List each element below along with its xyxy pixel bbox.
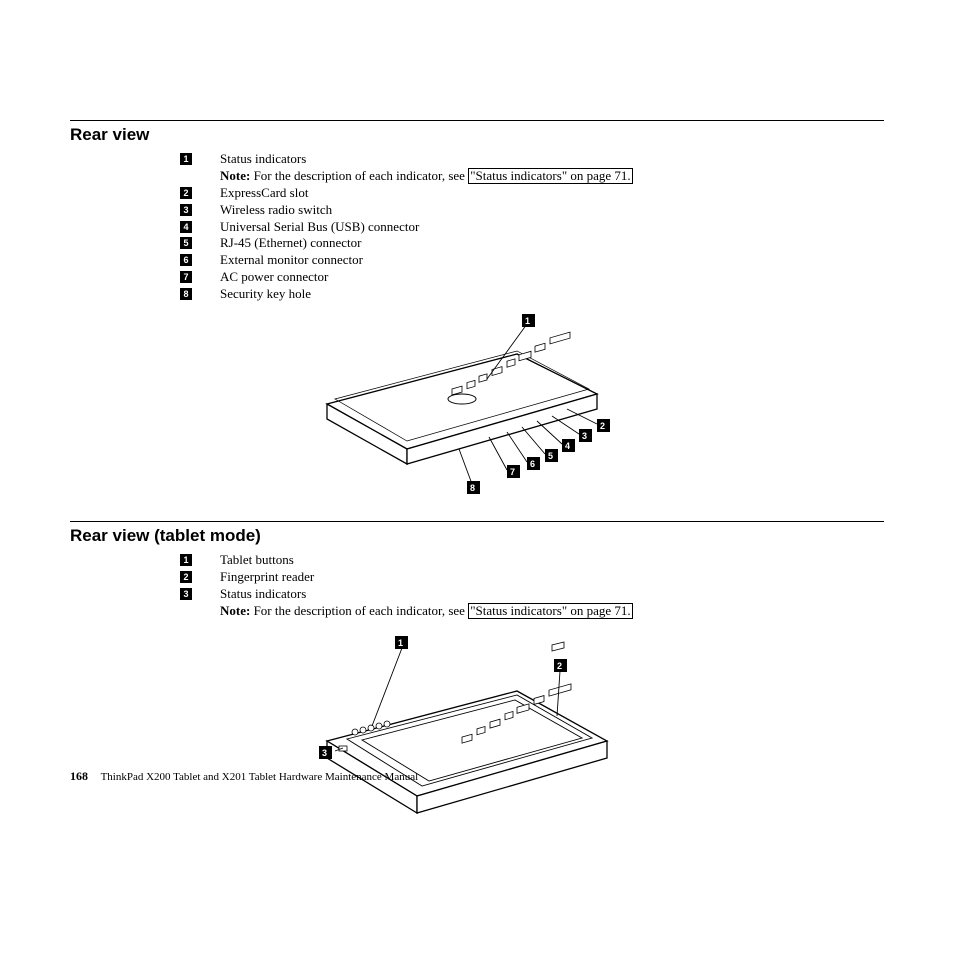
book-title: ThinkPad X200 Tablet and X201 Tablet Har… xyxy=(101,771,419,783)
cross-reference[interactable]: "Status indicators" on page 71. xyxy=(468,603,632,619)
item-text: Security key hole xyxy=(220,286,884,303)
laptop-rear-svg: 1 2 3 4 5 6 7 8 xyxy=(267,309,687,499)
svg-text:3: 3 xyxy=(582,431,587,441)
svg-text:7: 7 xyxy=(510,467,515,477)
callout-box: 2 xyxy=(180,571,192,583)
item-text: ExpressCard slot xyxy=(220,185,884,202)
list-item: 7 AC power connector xyxy=(180,269,884,286)
callout-box: 7 xyxy=(180,271,192,283)
list-item: 6 External monitor connector xyxy=(180,252,884,269)
heading-rear-view: Rear view xyxy=(70,125,884,145)
item-text: Status indicators Note: For the descript… xyxy=(220,586,884,620)
note-label: Note: xyxy=(220,168,250,183)
list-item: 2 Fingerprint reader xyxy=(180,569,884,586)
list-item: 2 ExpressCard slot xyxy=(180,185,884,202)
section-rule xyxy=(70,120,884,121)
item-text: AC power connector xyxy=(220,269,884,286)
figure-rear-view-tablet: 1 2 3 xyxy=(70,626,884,850)
callout-box: 4 xyxy=(180,221,192,233)
callout-box: 8 xyxy=(180,288,192,300)
svg-text:2: 2 xyxy=(600,421,605,431)
list-item: 8 Security key hole xyxy=(180,286,884,303)
note-body: For the description of each indicator, s… xyxy=(250,168,468,183)
svg-text:6: 6 xyxy=(530,459,535,469)
rear-view-tablet-list: 1 Tablet buttons 2 Fingerprint reader 3 St… xyxy=(180,552,884,620)
callout-box: 2 xyxy=(180,187,192,199)
rear-view-list: 1 Status indicators Note: For the descri… xyxy=(180,151,884,303)
list-item: 5 RJ-45 (Ethernet) connector xyxy=(180,235,884,252)
item-text: Wireless radio switch xyxy=(220,202,884,219)
svg-text:3: 3 xyxy=(322,748,327,758)
item-text: External monitor connector xyxy=(220,252,884,269)
list-item: 3 Wireless radio switch xyxy=(180,202,884,219)
svg-text:1: 1 xyxy=(398,638,403,648)
note-body: For the description of each indicator, s… xyxy=(250,603,468,618)
item-text: Universal Serial Bus (USB) connector xyxy=(220,219,884,236)
tablet-rear-svg: 1 2 3 xyxy=(267,626,687,846)
svg-text:4: 4 xyxy=(565,441,570,451)
list-item: 1 Tablet buttons xyxy=(180,552,884,569)
heading-rear-view-tablet: Rear view (tablet mode) xyxy=(70,526,884,546)
svg-text:8: 8 xyxy=(470,483,475,493)
page-footer: 168 ThinkPad X200 Tablet and X201 Tablet… xyxy=(70,769,418,784)
cross-reference[interactable]: "Status indicators" on page 71. xyxy=(468,168,632,184)
callout-box: 6 xyxy=(180,254,192,266)
callout-box: 3 xyxy=(180,204,192,216)
item-text: RJ-45 (Ethernet) connector xyxy=(220,235,884,252)
item-text: Status indicators Note: For the descript… xyxy=(220,151,884,185)
note-label: Note: xyxy=(220,603,250,618)
list-item: 4 Universal Serial Bus (USB) connector xyxy=(180,219,884,236)
item-text: Tablet buttons xyxy=(220,552,884,569)
section-rule xyxy=(70,521,884,522)
svg-text:5: 5 xyxy=(548,451,553,461)
callout-box: 3 xyxy=(180,588,192,600)
list-item: 3 Status indicators Note: For the descri… xyxy=(180,586,884,620)
figure-rear-view: 1 2 3 4 5 6 7 8 xyxy=(70,309,884,503)
svg-text:2: 2 xyxy=(557,661,562,671)
page-number: 168 xyxy=(70,769,88,783)
callout-box: 1 xyxy=(180,554,192,566)
item-text: Fingerprint reader xyxy=(220,569,884,586)
callout-box: 5 xyxy=(180,237,192,249)
list-item: 1 Status indicators Note: For the descri… xyxy=(180,151,884,185)
svg-text:1: 1 xyxy=(525,316,530,326)
callout-box: 1 xyxy=(180,153,192,165)
